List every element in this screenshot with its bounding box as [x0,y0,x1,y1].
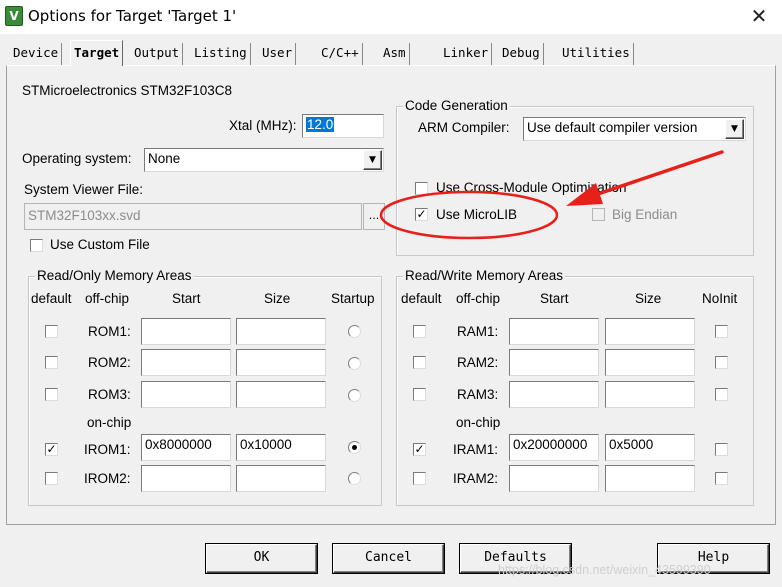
highlight-ellipse [379,190,559,240]
pointer-arrow [590,150,724,198]
annotation-overlay [379,150,724,240]
tab-target[interactable]: Target [70,40,124,66]
pointer-arrow-head [566,183,603,206]
